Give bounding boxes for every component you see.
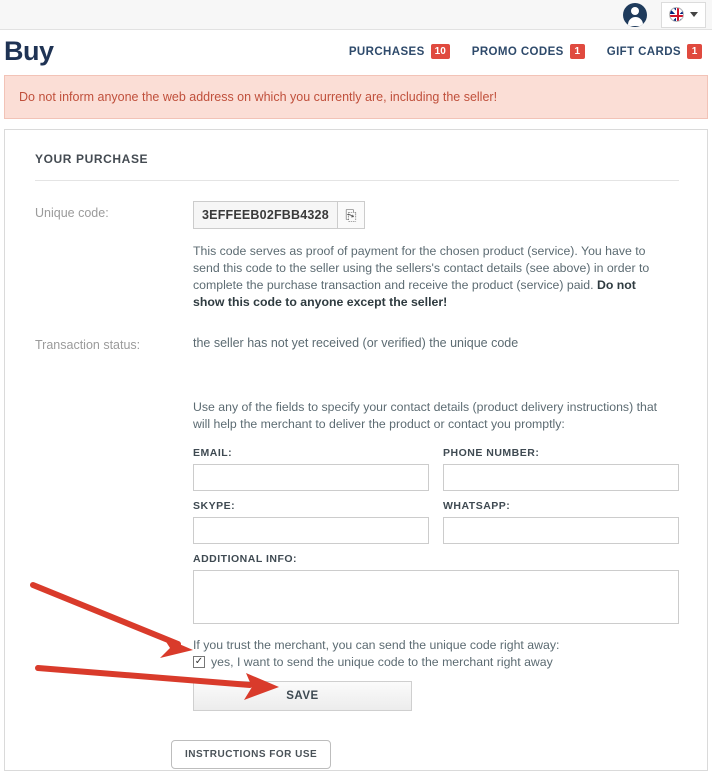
unique-code-description-text: This code serves as proof of payment for… <box>193 244 650 292</box>
user-avatar-icon[interactable] <box>623 2 647 27</box>
unique-code-label: Unique code: <box>35 206 109 220</box>
nav-item-gift-cards[interactable]: GIFT CARDS 1 <box>607 44 702 59</box>
phone-input[interactable] <box>443 464 679 491</box>
phone-label: PHONE NUMBER: <box>443 447 540 459</box>
card-title: YOUR PURCHASE <box>35 152 149 166</box>
warning-banner: Do not inform anyone the web address on … <box>4 75 708 119</box>
avatar-body <box>627 16 643 26</box>
page-root: Buy PURCHASES 10 PROMO CODES 1 GIFT CARD… <box>0 0 712 778</box>
transaction-status-label: Transaction status: <box>35 338 141 352</box>
unique-code-label-col: Unique code: <box>35 201 193 311</box>
whatsapp-field-group: WHATSAPP: <box>443 500 679 544</box>
nav-badge-purchases: 10 <box>430 44 450 59</box>
transaction-status-value: the seller has not yet received (or veri… <box>193 336 519 350</box>
purchase-card: YOUR PURCHASE Unique code: 3EFFEEB02FBB4… <box>4 129 708 771</box>
instructions-wrap: INSTRUCTIONS FOR USE <box>163 711 679 769</box>
skype-field-group: SKYPE: <box>193 500 429 544</box>
unique-code-value: 3EFFEEB02FBB4328 <box>193 201 337 229</box>
whatsapp-label: WHATSAPP: <box>443 500 511 512</box>
trust-line: If you trust the merchant, you can send … <box>193 638 560 652</box>
skype-input[interactable] <box>193 517 429 544</box>
nav-item-promo-codes[interactable]: PROMO CODES 1 <box>472 44 585 59</box>
email-field-group: EMAIL: <box>193 447 429 491</box>
unique-code-row: Unique code: 3EFFEEB02FBB4328 ⎘ This cod… <box>35 201 679 311</box>
language-selector[interactable] <box>661 1 706 28</box>
additional-info-field-group: ADDITIONAL INFO: <box>193 553 679 629</box>
save-button[interactable]: SAVE <box>193 681 412 711</box>
top-utility-bar <box>0 0 712 30</box>
contact-fields: EMAIL: PHONE NUMBER: SKYPE: WHATSAPP: AD… <box>193 447 679 629</box>
clipboard-copy-icon[interactable]: ⎘ <box>336 201 365 229</box>
email-label: EMAIL: <box>193 447 233 459</box>
send-code-checkbox-label: yes, I want to send the unique code to t… <box>211 655 553 669</box>
skype-label: SKYPE: <box>193 500 236 512</box>
transaction-status-label-col: Transaction status: <box>35 333 193 353</box>
unique-code-description: This code serves as proof of payment for… <box>193 243 663 311</box>
nav-item-purchases[interactable]: PURCHASES 10 <box>349 44 450 59</box>
chevron-down-icon <box>690 12 698 17</box>
page-title: Buy <box>4 36 54 66</box>
phone-field-group: PHONE NUMBER: <box>443 447 679 491</box>
nav-label-promo-codes: PROMO CODES <box>471 45 564 58</box>
nav-badge-promo-codes: 1 <box>569 44 585 59</box>
avatar-head <box>631 6 639 15</box>
nav-badge-gift-cards: 1 <box>687 44 702 59</box>
transaction-status-value-col: the seller has not yet received (or veri… <box>193 333 679 353</box>
email-input[interactable] <box>193 464 429 491</box>
field-row-1: EMAIL: PHONE NUMBER: <box>193 447 679 500</box>
unique-code-value-col: 3EFFEEB02FBB4328 ⎘ This code serves as p… <box>193 201 679 311</box>
uk-flag-icon <box>669 7 684 22</box>
transaction-status-row: Transaction status: the seller has not y… <box>35 333 679 353</box>
contact-details-col: Use any of the fields to specify your co… <box>171 399 679 769</box>
send-code-checkbox[interactable]: ✓ <box>193 656 205 668</box>
main-nav: PURCHASES 10 PROMO CODES 1 GIFT CARDS 1 <box>349 44 702 59</box>
divider <box>35 180 679 181</box>
field-row-2: SKYPE: WHATSAPP: <box>193 500 679 553</box>
send-code-checkbox-row: ✓ yes, I want to send the unique code to… <box>193 655 679 669</box>
additional-info-label: ADDITIONAL INFO: <box>193 553 298 565</box>
unique-code-field: 3EFFEEB02FBB4328 ⎘ <box>193 201 365 229</box>
contact-details-row: Use any of the fields to specify your co… <box>35 399 679 769</box>
whatsapp-input[interactable] <box>443 517 679 544</box>
warning-banner-text: Do not inform anyone the web address on … <box>19 90 498 104</box>
instructions-for-use-button[interactable]: INSTRUCTIONS FOR USE <box>171 740 332 769</box>
nav-label-gift-cards: GIFT CARDS <box>606 45 681 58</box>
copy-glyph: ⎘ <box>345 207 357 223</box>
contact-details-hint: Use any of the fields to specify your co… <box>193 400 658 431</box>
nav-label-purchases: PURCHASES <box>348 45 425 58</box>
header-row: Buy PURCHASES 10 PROMO CODES 1 GIFT CARD… <box>0 30 712 73</box>
additional-info-input[interactable] <box>193 570 679 624</box>
